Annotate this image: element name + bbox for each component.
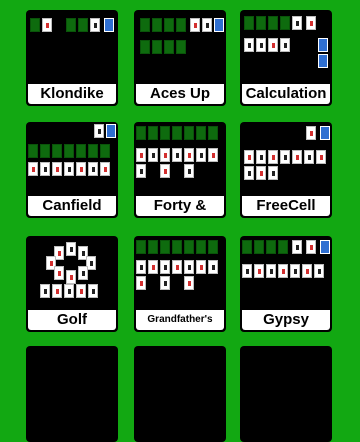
freecell-preview xyxy=(240,122,332,196)
game-label-forty-and-eight: Forty & Eight xyxy=(136,196,224,218)
game-label-canfield: Canfield xyxy=(28,196,116,216)
game-tile-freecell[interactable]: FreeCell xyxy=(240,122,332,218)
game-tile-klondike[interactable]: Klondike xyxy=(26,10,118,106)
game-tile-partial-3[interactable] xyxy=(240,346,332,442)
grandfathers-clock-preview xyxy=(134,236,226,310)
canfield-preview xyxy=(26,122,118,196)
golf-preview xyxy=(26,236,118,310)
game-tile-partial-2[interactable] xyxy=(134,346,226,442)
forty-and-eight-preview xyxy=(134,122,226,196)
aces-up-preview xyxy=(134,10,226,84)
game-label-klondike: Klondike xyxy=(28,84,116,104)
gypsy-preview xyxy=(240,236,332,310)
game-tile-calculation[interactable]: Calculation xyxy=(240,10,332,106)
game-label-grandfathers-clock: Grandfather's Clock xyxy=(136,310,224,330)
game-label-gypsy: Gypsy xyxy=(242,310,330,330)
game-label-calculation: Calculation xyxy=(242,84,330,104)
game-tile-gypsy[interactable]: Gypsy xyxy=(240,236,332,332)
klondike-preview xyxy=(26,10,118,84)
game-tile-golf[interactable]: Golf xyxy=(26,236,118,332)
game-tile-canfield[interactable]: Canfield xyxy=(26,122,118,218)
game-label-freecell: FreeCell xyxy=(242,196,330,216)
game-tile-grandfathers-clock[interactable]: Grandfather's Clock xyxy=(134,236,226,332)
game-label-golf: Golf xyxy=(28,310,116,330)
calculation-preview xyxy=(240,10,332,84)
game-tile-forty-and-eight[interactable]: Forty & Eight xyxy=(134,122,226,218)
game-label-aces-up: Aces Up xyxy=(136,84,224,104)
game-tile-partial-1[interactable] xyxy=(26,346,118,442)
game-tile-aces-up[interactable]: Aces Up xyxy=(134,10,226,106)
